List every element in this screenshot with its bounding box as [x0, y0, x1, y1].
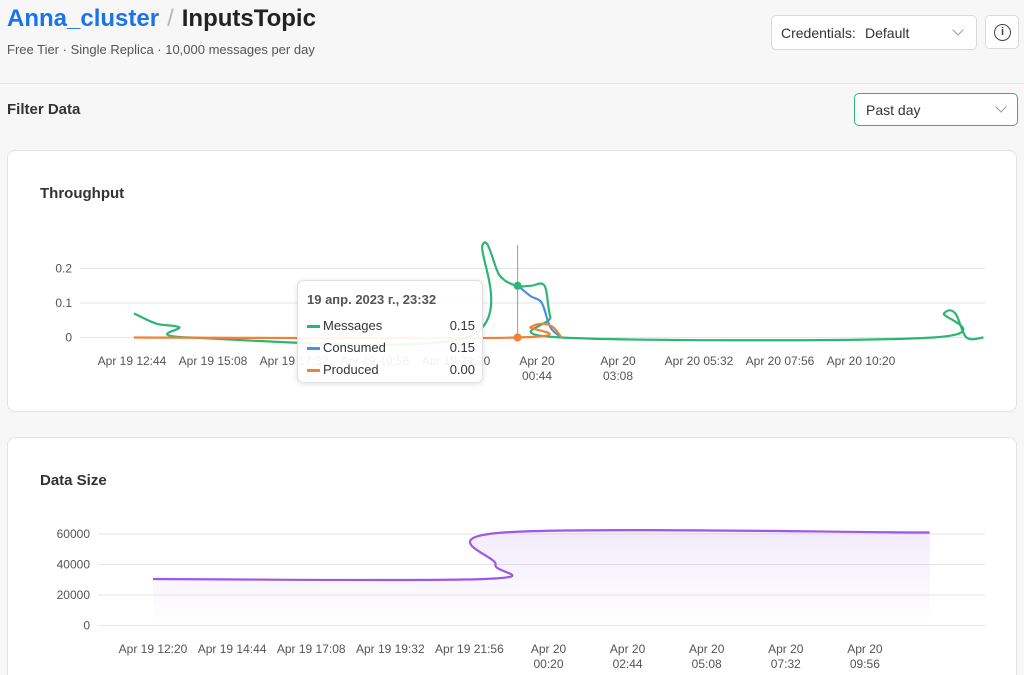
y-tick-label: 40000 [57, 558, 91, 572]
x-tick-label: Apr 19 12:20 [119, 642, 188, 656]
x-tick-label: 09:56 [850, 657, 880, 671]
datasize-chart[interactable]: 0 20000 40000 60000 Apr 19 12:20 Apr 19 14:44… [0, 0, 1024, 675]
x-tick-label: Apr 20 [689, 642, 725, 656]
x-tick-label: 00:20 [533, 657, 563, 671]
x-tick-label: Apr 19 21:56 [435, 642, 504, 656]
x-tick-label: Apr 20 [531, 642, 567, 656]
x-tick-label: Apr 20 [768, 642, 804, 656]
x-tick-label: 02:44 [613, 657, 643, 671]
x-tick-label: Apr 20 [847, 642, 883, 656]
x-tick-label: Apr 19 19:32 [356, 642, 425, 656]
y-tick-label: 20000 [57, 588, 91, 602]
x-tick-label: Apr 19 17:08 [277, 642, 346, 656]
x-tick-label: Apr 20 [610, 642, 646, 656]
x-tick-label: 07:32 [771, 657, 801, 671]
x-tick-label: 05:08 [692, 657, 722, 671]
y-tick-label: 60000 [57, 527, 91, 541]
y-tick-label: 0 [83, 619, 90, 633]
x-tick-label: Apr 19 14:44 [198, 642, 267, 656]
datasize-area-fill [153, 530, 930, 626]
